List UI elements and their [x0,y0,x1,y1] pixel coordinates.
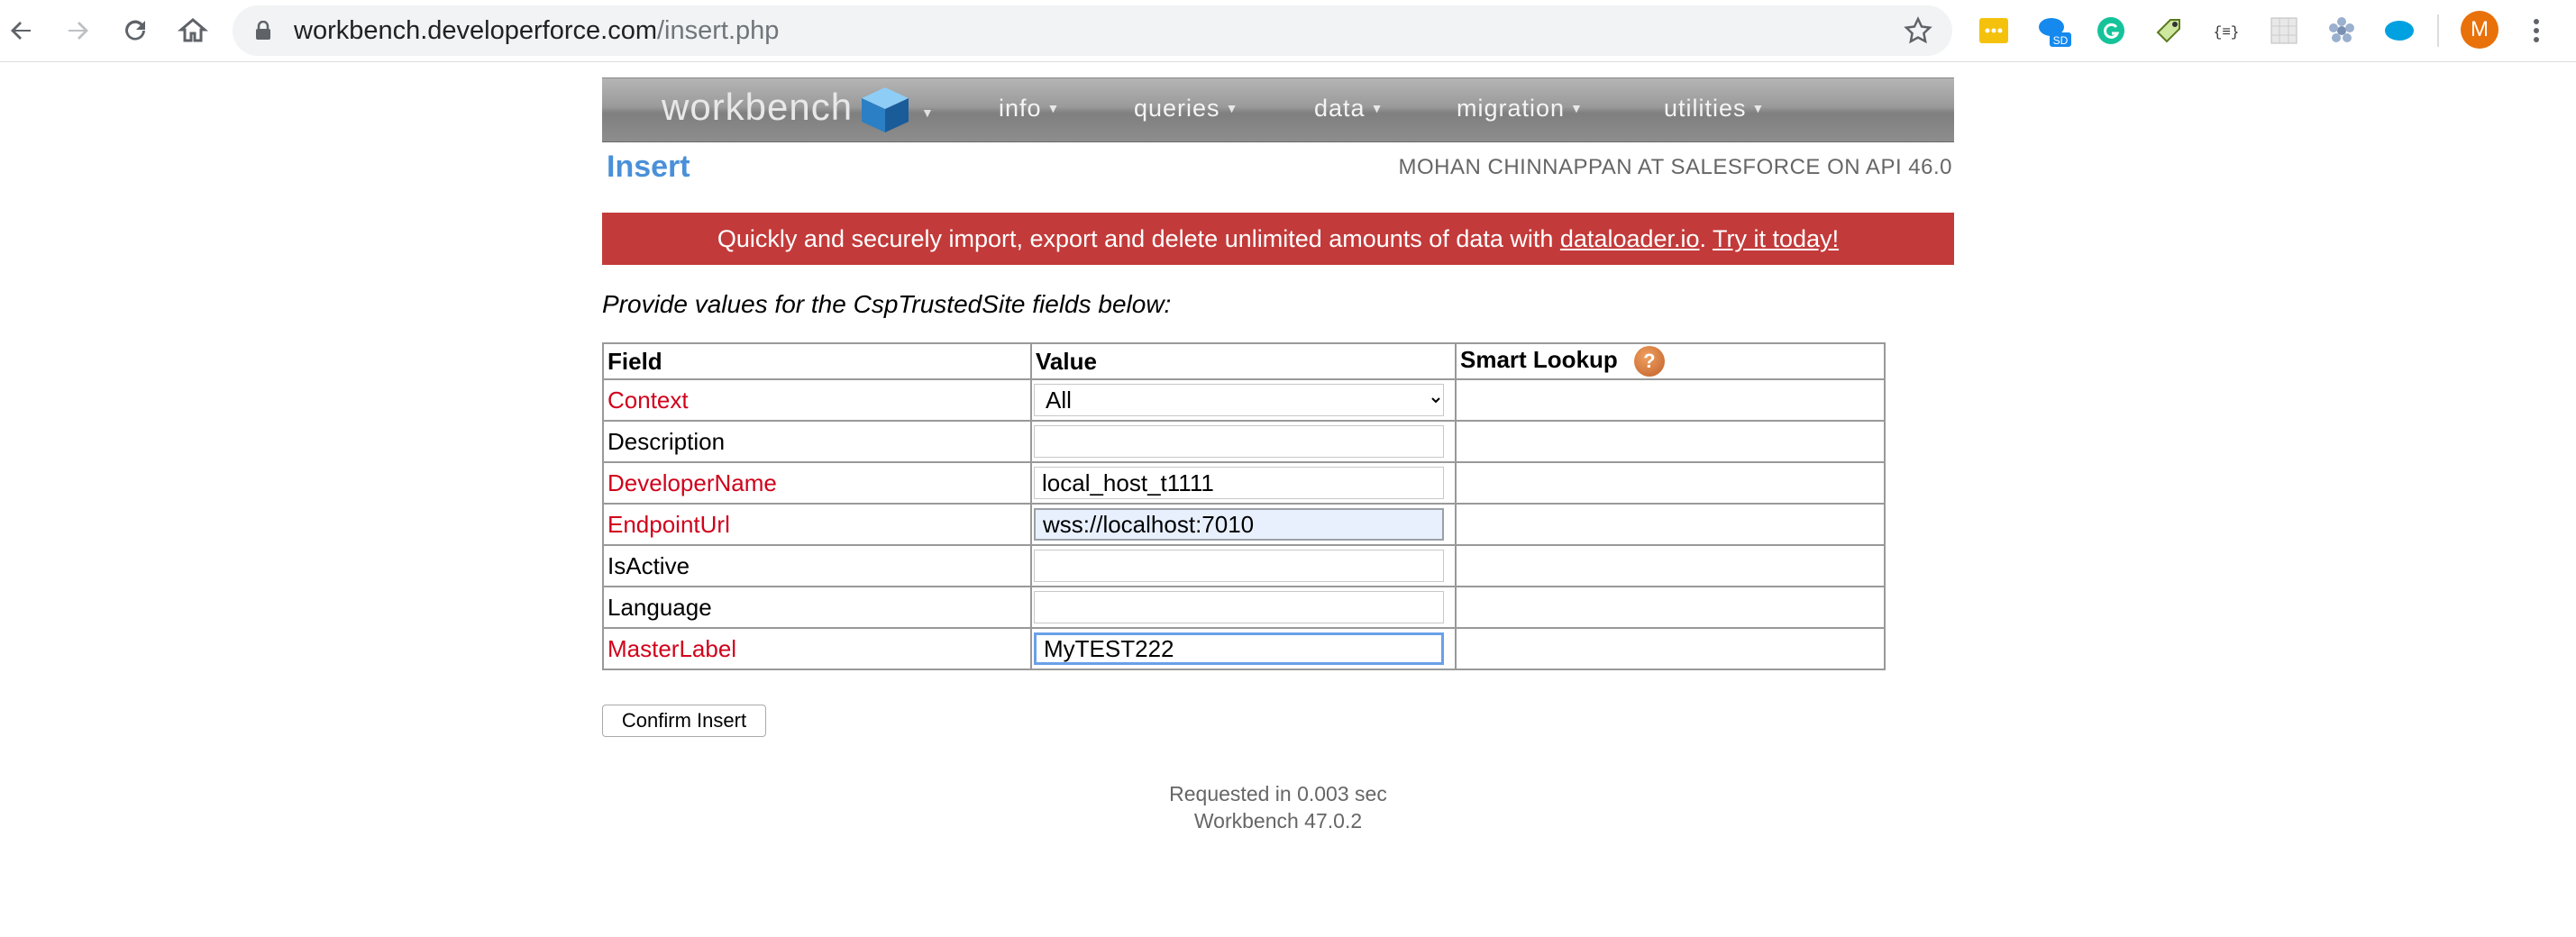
confirm-insert-button[interactable]: Confirm Insert [602,705,766,737]
table-header-row: Field Value Smart Lookup? [602,342,1886,380]
profile-avatar[interactable]: M [2461,11,2498,49]
workbench-version: Workbench 47.0.2 [1193,809,1363,832]
menu-info[interactable]: info ▼ [999,95,1060,123]
value-cell: All [1030,378,1457,422]
home-icon[interactable] [175,13,211,49]
table-row: EndpointUrl [602,503,1886,546]
address-bar[interactable]: workbench.developerforce.com/insert.php [233,5,1952,56]
smart-lookup-cell [1455,420,1886,463]
svg-text:SD: SD [2053,34,2069,47]
workbench-cube-icon[interactable] [860,86,910,134]
menu-migration[interactable]: migration ▼ [1457,95,1584,123]
extension-grid-icon[interactable] [2266,13,2302,49]
header-smart-lookup: Smart Lookup? [1455,342,1886,380]
header-value: Value [1030,342,1457,380]
instructions: Provide values for the CspTrustedSite fi… [602,290,1172,318]
chevron-down-icon: ▼ [1046,101,1061,115]
page-title: Insert [607,150,690,184]
extension-flower-icon[interactable] [2324,13,2360,49]
logo-caret-icon[interactable]: ▼ [921,105,934,120]
dataloader-link[interactable]: dataloader.io [1560,225,1700,252]
table-row: IsActive [602,544,1886,587]
extension-tag-icon[interactable] [2151,13,2187,49]
menu-data[interactable]: data ▼ [1314,95,1384,123]
masterlabel-input[interactable] [1034,632,1444,665]
svg-text:{≡}: {≡} [2214,24,2240,41]
smart-lookup-cell [1455,586,1886,629]
smart-lookup-cell [1455,378,1886,422]
browser-toolbar: workbench.developerforce.com/insert.php … [0,0,2576,62]
reload-icon[interactable] [117,13,153,49]
smart-lookup-cell [1455,461,1886,505]
grammarly-icon[interactable] [2093,13,2129,49]
value-cell [1030,420,1457,463]
language-input[interactable] [1034,591,1444,623]
smart-lookup-cell [1455,503,1886,546]
chevron-down-icon: ▼ [1751,101,1766,115]
chevron-down-icon: ▼ [1225,101,1239,115]
banner-text: Quickly and securely import, export and … [717,225,1560,252]
url-text: workbench.developerforce.com/insert.php [294,16,780,45]
value-cell [1030,461,1457,505]
menu-queries[interactable]: queries ▼ [1134,95,1238,123]
chevron-down-icon: ▼ [1570,101,1584,115]
field-label-description: Description [602,420,1032,463]
lock-icon [256,21,270,40]
browser-menu-icon[interactable] [2524,13,2549,49]
field-label-language: Language [602,586,1032,629]
forward-icon[interactable] [59,13,96,49]
value-cell [1030,503,1457,546]
user-info: MOHAN CHINNAPPAN AT SALESFORCE ON API 46… [1398,155,1952,179]
value-cell [1030,544,1457,587]
isactive-input[interactable] [1034,550,1444,582]
back-icon[interactable] [4,13,40,49]
menu-utilities[interactable]: utilities ▼ [1664,95,1765,123]
description-input[interactable] [1034,425,1444,458]
banner-separator: . [1699,225,1713,252]
promo-banner: Quickly and securely import, export and … [602,213,1954,265]
field-label-context: Context [602,378,1032,422]
extension-salesforce-cloud-icon[interactable]: SD [2035,13,2071,49]
field-value-table: Field Value Smart Lookup? Context All De… [602,342,1886,670]
footer: Requested in 0.003 sec Workbench 47.0.2 [1098,780,1458,834]
try-it-link[interactable]: Try it today! [1713,225,1839,252]
field-label-isactive: IsActive [602,544,1032,587]
context-select[interactable]: All [1034,384,1444,416]
field-label-masterlabel: MasterLabel [602,627,1032,670]
smart-lookup-cell [1455,627,1886,670]
extension-notes-icon[interactable] [1976,13,2012,49]
field-label-endpointurl: EndpointUrl [602,503,1032,546]
table-row: Description [602,420,1886,463]
value-cell [1030,586,1457,629]
endpointurl-input[interactable] [1034,508,1444,541]
workbench-nav-bar: workbench ▼ info ▼ queries ▼ data ▼ migrati… [602,77,1954,142]
help-icon[interactable]: ? [1633,346,1665,378]
toolbar-divider [2437,14,2439,47]
json-formatter-icon[interactable]: {≡} [2208,13,2244,49]
table-row: MasterLabel [602,627,1886,670]
chevron-down-icon: ▼ [1370,101,1384,115]
table-row: Language [602,586,1886,629]
value-cell [1030,627,1457,670]
table-row: DeveloperName [602,461,1886,505]
workbench-logo[interactable]: workbench [662,86,853,129]
developername-input[interactable] [1034,467,1444,499]
smart-lookup-cell [1455,544,1886,587]
salesforce-icon[interactable] [2381,13,2417,49]
table-row: Context All [602,378,1886,422]
field-label-developername: DeveloperName [602,461,1032,505]
bookmark-star-icon[interactable] [1904,16,1932,45]
request-time: Requested in 0.003 sec [1169,782,1387,805]
header-field: Field [602,342,1032,380]
